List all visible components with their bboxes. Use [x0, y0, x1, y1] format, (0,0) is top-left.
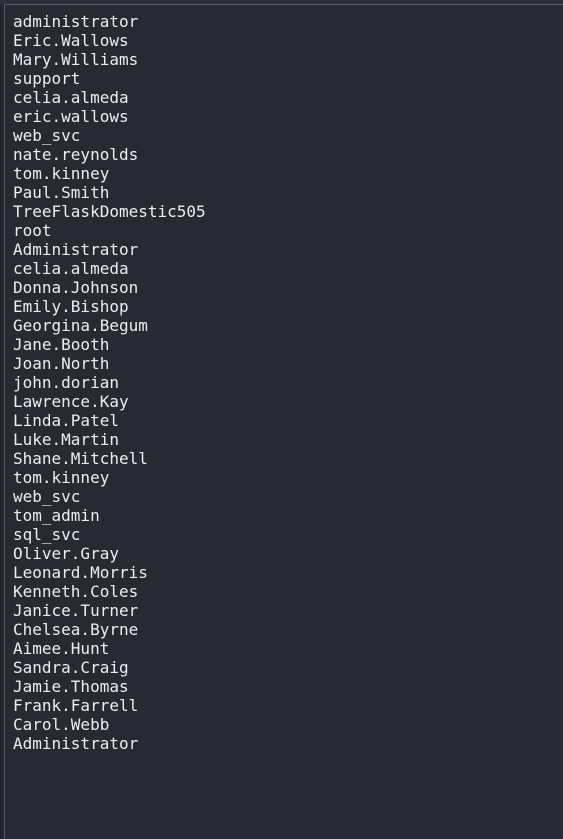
text-line: Oliver.Gray [13, 544, 119, 563]
text-line: Chelsea.Byrne [13, 620, 139, 639]
text-line: Luke.Martin [13, 430, 119, 449]
text-line: TreeFlaskDomestic505 [13, 202, 206, 221]
text-line: celia.almeda [13, 259, 129, 278]
text-editor-area[interactable]: administrator Eric.Wallows Mary.Williams su… [5, 5, 563, 839]
text-lines: administrator Eric.Wallows Mary.Williams su… [13, 12, 206, 753]
text-line: Administrator [13, 240, 139, 259]
text-line: Donna.Johnson [13, 278, 139, 297]
text-line: Paul.Smith [13, 183, 110, 202]
text-line: sql_svc [13, 525, 81, 544]
text-line: Linda.Patel [13, 411, 119, 430]
text-line: web_svc [13, 487, 81, 506]
text-line: Kenneth.Coles [13, 582, 139, 601]
text-line: Georgina.Begum [13, 316, 148, 335]
text-line: celia.almeda [13, 88, 129, 107]
text-line: tom.kinney [13, 164, 110, 183]
text-line: Joan.North [13, 354, 110, 373]
text-line: Jamie.Thomas [13, 677, 129, 696]
text-line: tom.kinney [13, 468, 110, 487]
text-line: Jane.Booth [13, 335, 110, 354]
text-line: root [13, 221, 52, 240]
text-line: Eric.Wallows [13, 31, 129, 50]
text-line: support [13, 69, 81, 88]
text-line: Janice.Turner [13, 601, 139, 620]
text-line: administrator [13, 12, 139, 31]
text-line: nate.reynolds [13, 145, 139, 164]
text-line: Carol.Webb [13, 715, 110, 734]
text-line: eric.wallows [13, 107, 129, 126]
text-line: Shane.Mitchell [13, 449, 148, 468]
text-line: web_svc [13, 126, 81, 145]
text-line: john.dorian [13, 373, 119, 392]
text-editor-window: administrator Eric.Wallows Mary.Williams su… [0, 0, 563, 839]
text-line: Lawrence.Kay [13, 392, 129, 411]
text-line: tom_admin [13, 506, 100, 525]
text-line: Emily.Bishop [13, 297, 129, 316]
text-line: Frank.Farrell [13, 696, 139, 715]
text-line: Aimee.Hunt [13, 639, 110, 658]
text-line: Sandra.Craig [13, 658, 129, 677]
text-line: Administrator [13, 734, 139, 753]
text-line: Mary.Williams [13, 50, 139, 69]
text-line: Leonard.Morris [13, 563, 148, 582]
